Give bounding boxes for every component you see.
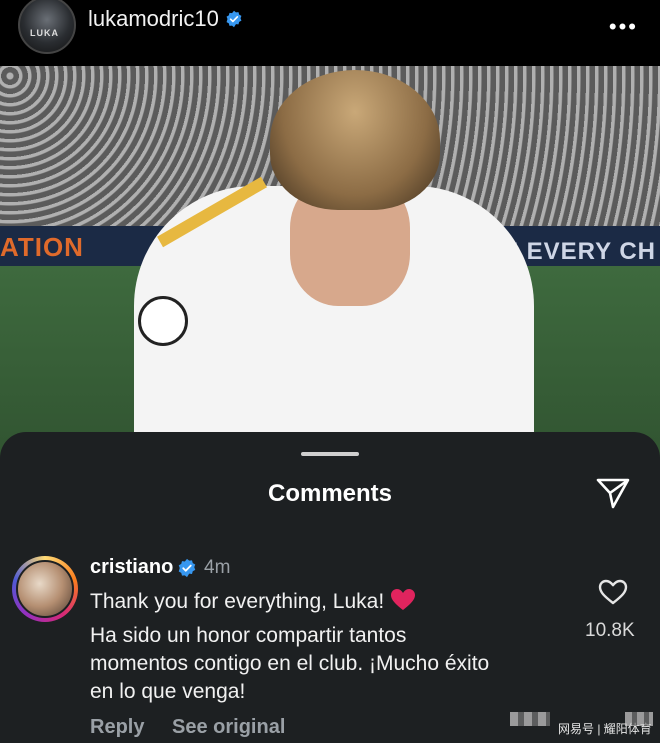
post-header: LUKA lukamodric10 ••• [0, 0, 660, 66]
like-count: 10.8K [585, 620, 635, 641]
watermark-blur-right [625, 712, 653, 726]
commenter-avatar-photo [16, 560, 74, 618]
share-send-icon[interactable] [595, 476, 631, 510]
drag-handle[interactable] [301, 452, 359, 456]
watermark-blur [510, 712, 550, 726]
champions-badge-icon [138, 296, 188, 346]
player-hair [270, 70, 440, 210]
commenter-avatar[interactable] [12, 556, 78, 622]
heart-like-icon[interactable] [598, 578, 628, 606]
verified-badge-icon [226, 10, 242, 28]
comment-first-line-text: Thank you for everything, Luka! [90, 590, 385, 613]
more-horizontal-icon[interactable]: ••• [609, 14, 638, 40]
verified-badge-icon [178, 558, 196, 578]
profile-avatar[interactable]: LUKA [18, 0, 76, 54]
see-original-button[interactable]: See original [172, 716, 285, 739]
avatar-text: LUKA [30, 28, 59, 38]
reply-button[interactable]: Reply [90, 716, 144, 739]
comments-sheet: Comments cristiano 4m Thank you for ever… [0, 432, 660, 743]
post-username[interactable]: lukamodric10 [88, 6, 243, 32]
commenter-username[interactable]: cristiano [90, 556, 173, 579]
comment-first-line: Thank you for everything, Luka! [90, 588, 416, 614]
red-heart-emoji-icon [391, 589, 416, 610]
board-left-text: ATION [0, 232, 84, 262]
comments-title: Comments [267, 480, 393, 507]
comment-time: 4m [204, 557, 231, 578]
post-username-text[interactable]: lukamodric10 [88, 6, 219, 31]
comment-body: Ha sido un honor compartir tantos moment… [90, 624, 490, 703]
